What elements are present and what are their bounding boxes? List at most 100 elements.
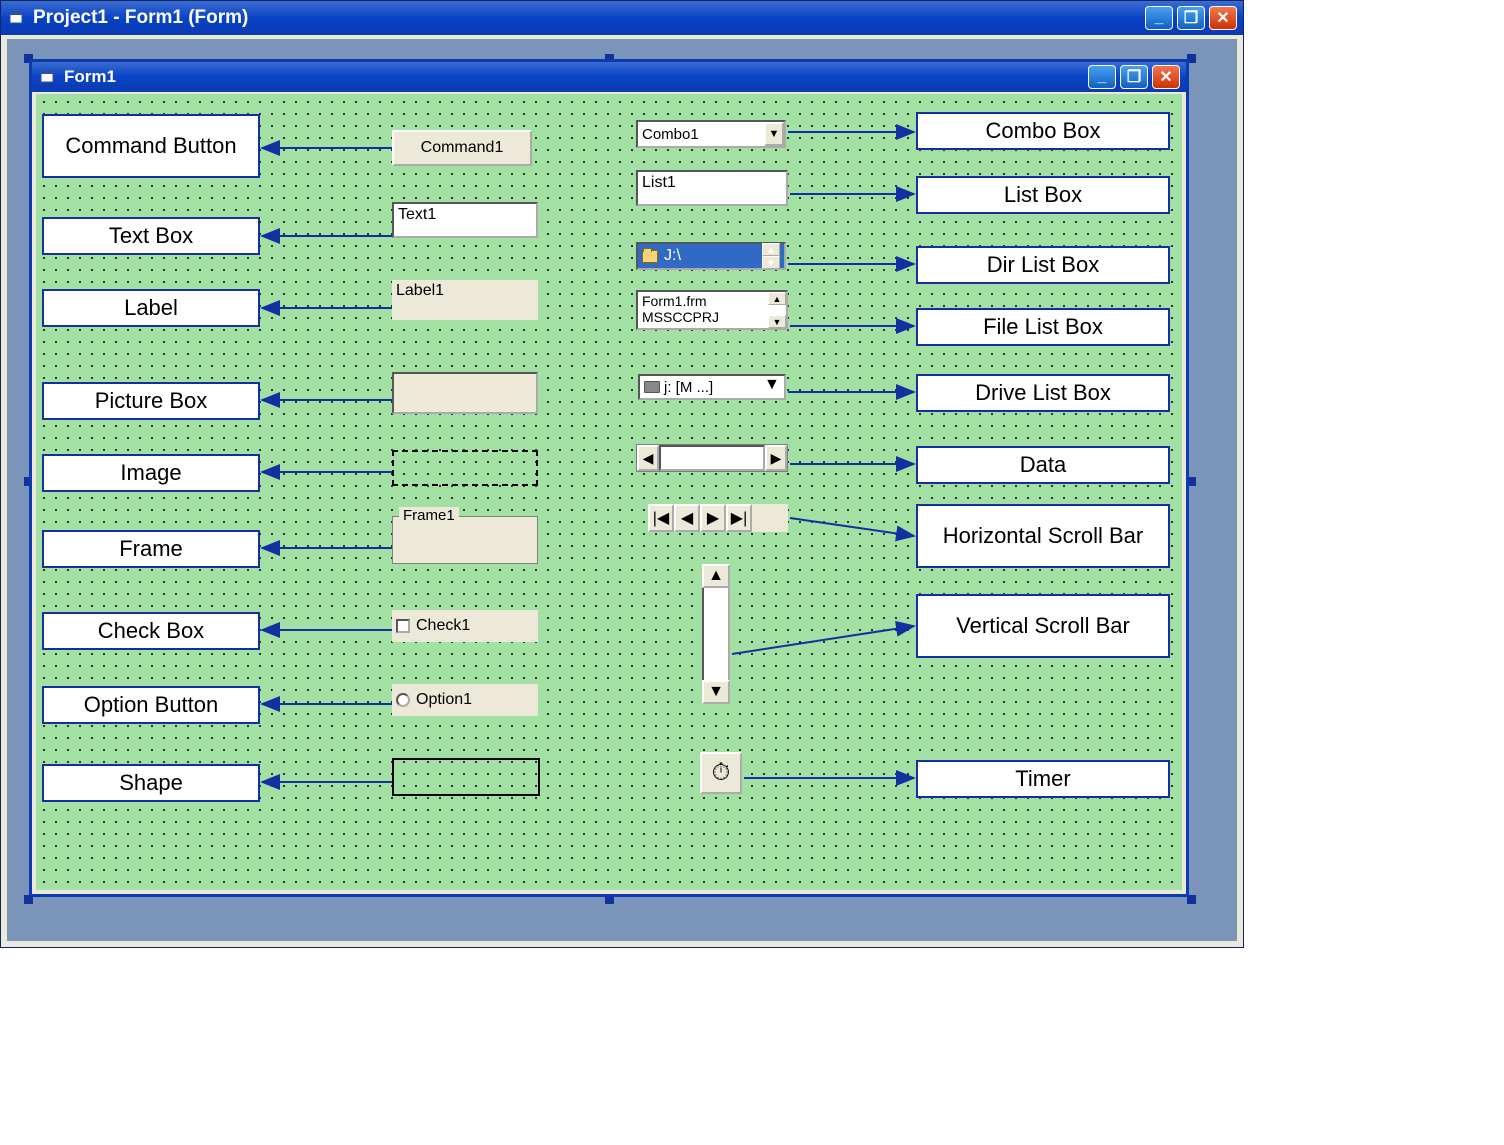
callout-check-box: Check Box bbox=[42, 612, 260, 650]
picturebox-control[interactable] bbox=[392, 372, 538, 414]
outer-maximize-button[interactable]: ❐ bbox=[1177, 6, 1205, 30]
textbox-control[interactable]: Text1 bbox=[392, 202, 538, 238]
hscroll-next-icon[interactable]: ▶ bbox=[700, 504, 726, 532]
label-caption: Label1 bbox=[396, 282, 444, 299]
filelistbox-control[interactable]: Form1.frm MSSCCPRJ ▲ ▼ bbox=[636, 290, 788, 330]
option-caption: Option1 bbox=[416, 691, 472, 709]
chevron-down-icon[interactable]: ▼ bbox=[764, 122, 784, 146]
outer-close-button[interactable]: ✕ bbox=[1209, 6, 1237, 30]
chevron-down-icon[interactable]: ▼ bbox=[764, 376, 784, 398]
callout-text: Option Button bbox=[84, 692, 219, 718]
callout-drive-list-box: Drive List Box bbox=[916, 374, 1170, 412]
filelist-item[interactable]: Form1.frm bbox=[642, 293, 764, 309]
mdi-client-area: Form1 _ ❐ ✕ Command Button Text Box Labe… bbox=[7, 39, 1237, 941]
hscroll-last-icon[interactable]: ▶| bbox=[726, 504, 752, 532]
callout-command-button: Command Button bbox=[42, 114, 260, 178]
mdi-parent-window: Project1 - Form1 (Form) _ ❐ ✕ Form1 bbox=[0, 0, 1244, 948]
callout-vscroll: Vertical Scroll Bar bbox=[916, 594, 1170, 658]
hscroll-first-icon[interactable]: |◀ bbox=[648, 504, 674, 532]
data-control[interactable]: ◀ ▶ bbox=[636, 444, 788, 472]
form-design-surface[interactable]: Command Button Text Box Label Picture Bo… bbox=[36, 94, 1182, 890]
form-designer-window: Form1 _ ❐ ✕ Command Button Text Box Labe… bbox=[29, 59, 1189, 897]
checkbox-control[interactable]: Check1 bbox=[392, 610, 538, 642]
stopwatch-icon: ⏱ bbox=[712, 759, 731, 787]
callout-option-button: Option Button bbox=[42, 686, 260, 724]
vscrollbar-control[interactable]: ▲ ▼ bbox=[702, 564, 730, 704]
inner-maximize-button[interactable]: ❐ bbox=[1120, 65, 1148, 89]
timer-control[interactable]: ⏱ bbox=[700, 752, 742, 794]
label-control[interactable]: Label1 bbox=[392, 280, 538, 320]
checkbox-caption: Check1 bbox=[416, 617, 470, 635]
callout-label: Label bbox=[42, 289, 260, 327]
dirlist-down-icon[interactable]: ▼ bbox=[762, 256, 780, 269]
outer-minimize-button[interactable]: _ bbox=[1145, 6, 1173, 30]
form-icon bbox=[38, 68, 56, 86]
callout-image: Image bbox=[42, 454, 260, 492]
option-circle bbox=[396, 693, 410, 707]
checkbox-box bbox=[396, 619, 410, 633]
callout-text: Combo Box bbox=[986, 118, 1101, 144]
callout-file-list-box: File List Box bbox=[916, 308, 1170, 346]
callout-text: Dir List Box bbox=[987, 252, 1099, 278]
callout-text: Image bbox=[120, 460, 181, 486]
command-button-control[interactable]: Command1 bbox=[392, 130, 532, 166]
callout-text: Label bbox=[124, 295, 178, 321]
frame-caption: Frame1 bbox=[399, 507, 459, 524]
callout-combo-box: Combo Box bbox=[916, 112, 1170, 150]
data-next-icon[interactable]: ▶ bbox=[765, 445, 787, 471]
filelist-item[interactable]: MSSCCPRJ bbox=[642, 309, 764, 325]
callout-data: Data bbox=[916, 446, 1170, 484]
textbox-value: Text1 bbox=[398, 206, 436, 223]
callout-text: File List Box bbox=[983, 314, 1103, 340]
shape-control[interactable] bbox=[392, 758, 540, 796]
filelist-up-icon[interactable]: ▲ bbox=[768, 292, 786, 305]
folder-open-icon bbox=[642, 250, 658, 263]
inner-titlebar[interactable]: Form1 _ ❐ ✕ bbox=[32, 62, 1186, 92]
callout-text: Vertical Scroll Bar bbox=[956, 613, 1130, 639]
callout-frame: Frame bbox=[42, 530, 260, 568]
outer-titlebar[interactable]: Project1 - Form1 (Form) _ ❐ ✕ bbox=[1, 1, 1243, 35]
data-prev-icon[interactable]: ◀ bbox=[637, 445, 659, 471]
callout-text: Timer bbox=[1015, 766, 1070, 792]
filelist-down-icon[interactable]: ▼ bbox=[768, 315, 786, 328]
callout-dir-list-box: Dir List Box bbox=[916, 246, 1170, 284]
hscroll-prev-icon[interactable]: ◀ bbox=[674, 504, 700, 532]
inner-minimize-button[interactable]: _ bbox=[1088, 65, 1116, 89]
drive-value: j: [M ...] bbox=[664, 379, 764, 396]
listbox-control[interactable]: List1 bbox=[636, 170, 788, 206]
callout-hscroll: Horizontal Scroll Bar bbox=[916, 504, 1170, 568]
callout-text: Command Button bbox=[65, 133, 236, 159]
callout-text: Picture Box bbox=[95, 388, 208, 414]
callout-text: List Box bbox=[1004, 182, 1082, 208]
dirlistbox-control[interactable]: J:\ ▲▼ bbox=[636, 242, 786, 270]
dirlist-up-icon[interactable]: ▲ bbox=[762, 243, 780, 256]
data-caption-area bbox=[659, 445, 765, 471]
callout-text: Frame bbox=[119, 536, 183, 562]
listbox-value: List1 bbox=[642, 174, 676, 191]
outer-title: Project1 - Form1 (Form) bbox=[33, 7, 248, 29]
hscrollbar-control[interactable]: |◀ ◀ ▶ ▶| bbox=[648, 504, 788, 532]
vscroll-track[interactable] bbox=[702, 588, 730, 680]
callout-text: Text Box bbox=[109, 223, 193, 249]
callout-picture-box: Picture Box bbox=[42, 382, 260, 420]
callout-shape: Shape bbox=[42, 764, 260, 802]
vscroll-down-icon[interactable]: ▼ bbox=[702, 680, 730, 704]
optionbutton-control[interactable]: Option1 bbox=[392, 684, 538, 716]
combobox-value: Combo1 bbox=[638, 126, 764, 143]
callout-text: Shape bbox=[119, 770, 183, 796]
inner-close-button[interactable]: ✕ bbox=[1152, 65, 1180, 89]
drive-icon bbox=[644, 381, 660, 393]
callout-text-box: Text Box bbox=[42, 217, 260, 255]
combobox-control[interactable]: Combo1 ▼ bbox=[636, 120, 786, 148]
frame-control[interactable]: Frame1 bbox=[392, 516, 538, 564]
callout-text: Drive List Box bbox=[975, 380, 1111, 406]
image-control[interactable] bbox=[392, 450, 538, 486]
vb-project-icon bbox=[7, 9, 25, 27]
callout-text: Data bbox=[1020, 452, 1066, 478]
callout-text: Horizontal Scroll Bar bbox=[943, 523, 1144, 549]
dirlist-path: J:\ bbox=[664, 247, 762, 265]
inner-title: Form1 bbox=[64, 67, 116, 87]
vscroll-up-icon[interactable]: ▲ bbox=[702, 564, 730, 588]
callout-list-box: List Box bbox=[916, 176, 1170, 214]
drivelistbox-control[interactable]: j: [M ...] ▼ bbox=[638, 374, 786, 400]
